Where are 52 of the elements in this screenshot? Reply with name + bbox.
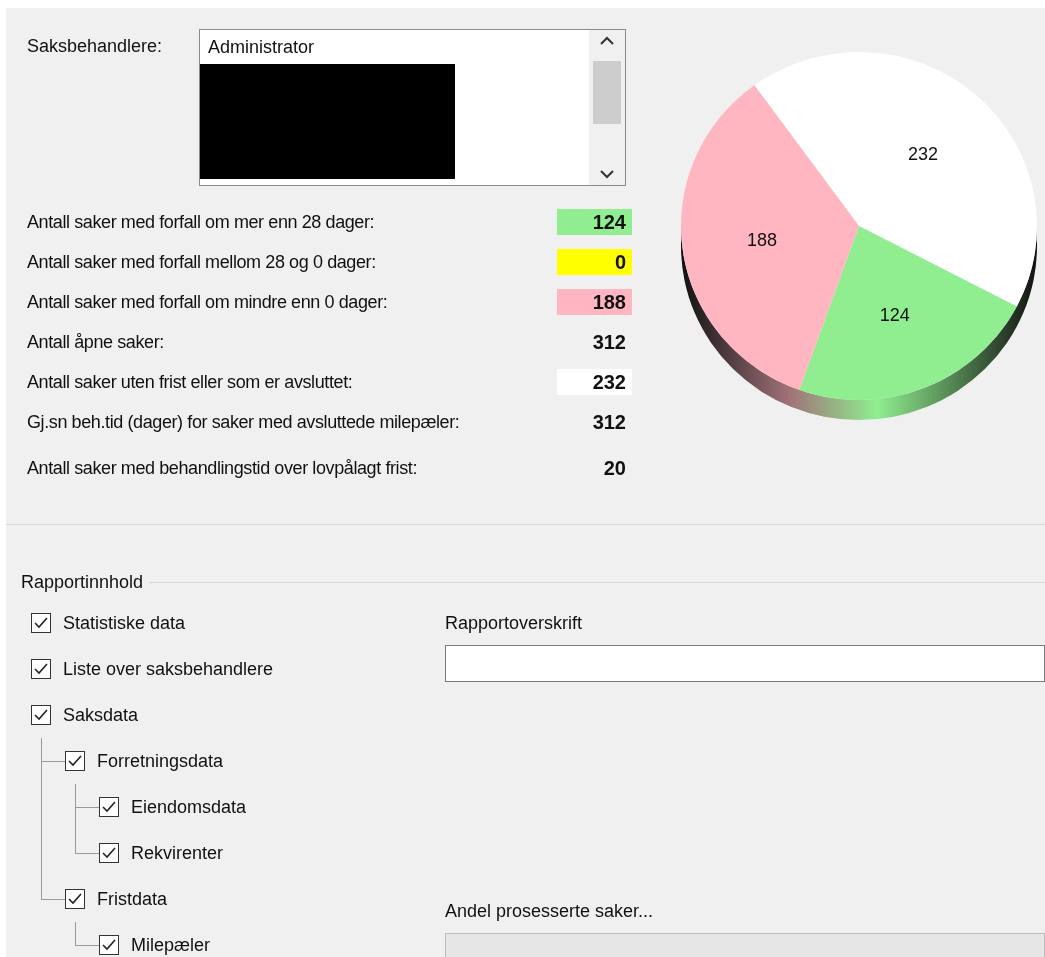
option-label: Eiendomsdata [131,795,247,819]
option-label: Statistiske data [63,611,186,635]
checkbox[interactable] [99,843,119,863]
stat-label: Antall saker med behandlingstid over lovpålagt frist: [27,456,418,480]
stat-label: Antall saker med forfall om mindre enn 0 dager: [27,290,388,314]
stat-label: Antall åpne saker: [27,330,164,354]
option-label: Rekvirenter [131,841,224,865]
stat-value: 20 [602,456,627,481]
checkbox[interactable] [99,935,119,955]
stat-label: Antall saker med forfall mellom 28 og 0 dager: [27,250,376,274]
check-icon [34,617,48,629]
checkbox[interactable] [31,613,51,633]
field-label: Andel prosesserte saker... [445,900,655,923]
stat-value: 232 [557,369,632,395]
check-icon [34,663,48,675]
group-title: Rapportinnhold [20,571,145,594]
checkbox[interactable] [99,797,119,817]
stat-value: 188 [557,289,632,315]
chevron-down-icon[interactable] [600,169,614,179]
stat-label: Gj.sn beh.tid (dager) for saker med avsluttede milepæler: [27,410,460,434]
field-label: Rapportoverskrift [445,612,584,635]
stat-value: 312 [591,410,627,435]
check-icon [102,801,116,813]
check-icon [68,893,82,905]
slice-label: 188 [747,229,778,250]
scrollbar[interactable] [589,30,625,185]
option-label: Saksdata [63,703,139,727]
checkbox[interactable] [31,659,51,679]
chevron-up-icon[interactable] [600,36,614,46]
slice-label: 232 [907,143,938,164]
case-officer-listbox[interactable]: Administrator [199,29,626,186]
option-label: Fristdata [97,887,168,911]
checkbox[interactable] [65,751,85,771]
slice-label: 124 [879,305,910,326]
stat-value: 0 [557,249,632,275]
scrollbar-thumb[interactable] [593,61,621,124]
checkbox[interactable] [31,705,51,725]
list-item[interactable]: Administrator [208,36,589,58]
check-icon [102,847,116,859]
stat-value: 124 [557,209,632,235]
stat-value: 312 [591,330,627,355]
field-label: Saksbehandlere: [27,35,164,58]
check-icon [34,709,48,721]
stat-label: Antall saker uten frist eller som er avsluttet: [27,370,353,394]
stat-label: Antall saker med forfall om mer enn 28 dager: [27,210,375,234]
option-label: Liste over saksbehandlere [63,657,274,681]
checkbox[interactable] [65,889,85,909]
option-label: Forretningsdata [97,749,224,773]
option-label: Milepæler [131,933,211,957]
check-icon [102,939,116,951]
report-heading-field[interactable] [445,645,1045,682]
check-icon [68,755,82,767]
